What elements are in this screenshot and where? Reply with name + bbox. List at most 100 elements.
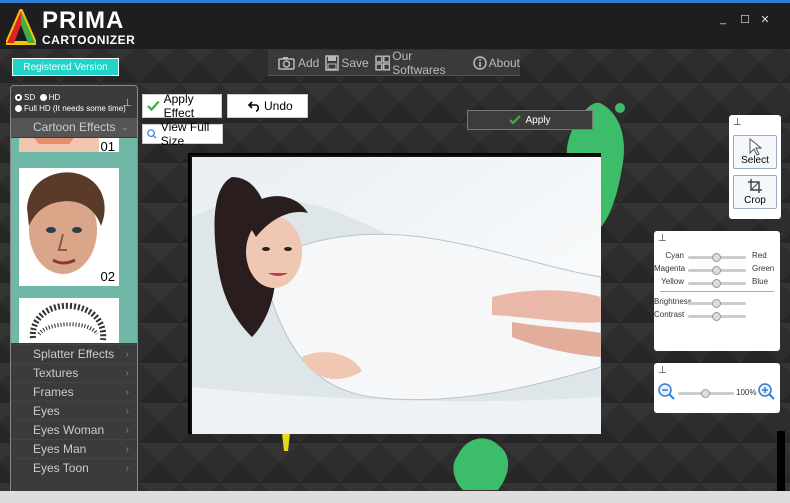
pin-icon[interactable]: ⊥ xyxy=(123,98,132,109)
cursor-icon xyxy=(749,137,763,156)
logo-triangle-icon xyxy=(6,9,36,45)
chevron-down-icon: ⌄ xyxy=(120,122,129,133)
menu-add[interactable]: Add xyxy=(278,55,319,71)
pin-icon[interactable]: ⊥ xyxy=(658,365,667,376)
chevron-right-icon: › xyxy=(125,349,129,360)
quality-sd-label: SD xyxy=(24,93,36,102)
logo-subtitle: CARTOONIZER xyxy=(42,33,136,47)
color-adjust-panel: ⊥ Cyan Red Magenta Green Yellow Blue Bri… xyxy=(654,231,780,351)
image-canvas[interactable] xyxy=(188,153,601,434)
yellow-blue-slider[interactable]: Yellow Blue xyxy=(654,277,780,289)
title-bar: PRIMA CARTOONIZER _ ☐ ✕ xyxy=(0,3,790,49)
vertical-scrollbar[interactable] xyxy=(777,431,785,493)
zoom-slider-track[interactable] xyxy=(678,389,734,398)
zoom-in-icon[interactable] xyxy=(758,383,776,401)
yellow-label: Yellow xyxy=(661,277,684,286)
app-logo: PRIMA CARTOONIZER xyxy=(6,7,135,47)
category-cartoon-effects[interactable]: Cartoon Effects ⌄ xyxy=(11,118,137,137)
main-menu: Add Save Our Softwares About xyxy=(268,48,520,77)
category-label: Eyes Man xyxy=(33,442,87,456)
category-item[interactable]: Eyes Man › xyxy=(11,439,137,458)
tools-panel: ⊥ Select Crop xyxy=(729,115,781,219)
zoom-out-icon[interactable] xyxy=(658,383,676,401)
category-item[interactable]: Textures › xyxy=(11,363,137,382)
slider-track[interactable] xyxy=(688,279,746,288)
zoom-level: 100% xyxy=(736,388,757,397)
effect-thumbnail-02[interactable]: 02 xyxy=(19,168,119,286)
contrast-slider[interactable]: Contrast xyxy=(654,310,780,322)
checkmark-icon xyxy=(147,100,160,112)
apply-effect-label: Apply Effect xyxy=(163,92,195,120)
zoom-icon xyxy=(147,129,157,139)
crop-tool-button[interactable]: Crop xyxy=(733,175,777,209)
thumbnail-03-image xyxy=(19,298,119,343)
category-item[interactable]: Eyes Woman › xyxy=(11,420,137,439)
menu-our-softwares[interactable]: Our Softwares xyxy=(374,48,467,77)
category-label: Eyes Woman xyxy=(33,423,105,437)
chevron-right-icon: › xyxy=(125,463,129,474)
app-window: PRIMA CARTOONIZER _ ☐ ✕ Registered Versi… xyxy=(0,0,790,503)
chevron-right-icon: › xyxy=(125,368,129,379)
select-tool-button[interactable]: Select xyxy=(733,135,777,169)
maximize-button[interactable]: ☐ xyxy=(738,13,752,26)
menu-about[interactable]: About xyxy=(472,55,520,70)
menu-about-label: About xyxy=(488,55,520,70)
pin-icon[interactable]: ⊥ xyxy=(658,233,667,244)
magenta-label: Magenta xyxy=(654,264,686,273)
menu-save-label: Save xyxy=(341,55,369,70)
slider-thumb[interactable] xyxy=(712,299,721,308)
slider-thumb[interactable] xyxy=(712,279,721,288)
chevron-right-icon: › xyxy=(125,425,129,436)
apply-effect-button[interactable]: Apply Effect xyxy=(142,92,222,120)
category-item[interactable]: Eyes › xyxy=(11,401,137,420)
slider-thumb[interactable] xyxy=(712,266,721,275)
cyan-red-slider[interactable]: Cyan Red xyxy=(654,251,780,263)
quality-hd-label: HD xyxy=(48,93,61,102)
category-item[interactable]: Splatter Effects › xyxy=(11,344,137,363)
quality-hd-radio[interactable] xyxy=(39,94,47,102)
category-item[interactable]: Eyes Toon › xyxy=(11,458,137,477)
quality-fullhd-label: Full HD (It needs some time) xyxy=(24,104,126,113)
view-full-size-button[interactable]: View Full Size xyxy=(142,120,223,148)
slider-track[interactable] xyxy=(688,299,746,308)
effect-thumbnail-03[interactable] xyxy=(19,298,119,343)
undo-label: Undo xyxy=(264,99,293,113)
slider-thumb[interactable] xyxy=(712,312,721,321)
category-item[interactable]: Frames › xyxy=(11,382,137,401)
registered-version-badge: Registered Version xyxy=(12,58,119,76)
slider-thumb[interactable] xyxy=(712,253,721,262)
category-cartoon-effects-label: Cartoon Effects xyxy=(33,120,116,134)
quality-options: SD HD Full HD (It needs some time) xyxy=(15,92,126,114)
slider-track[interactable] xyxy=(688,266,746,275)
menu-our-softwares-label: Our Softwares xyxy=(392,48,446,77)
apply-button[interactable]: Apply xyxy=(467,110,593,130)
brightness-slider[interactable]: Brightness xyxy=(654,297,780,309)
cartoonized-photo xyxy=(192,157,601,434)
quality-sd-radio[interactable] xyxy=(15,94,22,102)
quality-fullhd-radio[interactable] xyxy=(15,105,22,113)
cyan-label: Cyan xyxy=(665,251,684,260)
thumbnail-01-number: 01 xyxy=(100,139,115,154)
close-button[interactable]: ✕ xyxy=(758,13,772,26)
chevron-right-icon: › xyxy=(125,387,129,398)
menu-save[interactable]: Save xyxy=(325,54,369,71)
floppy-icon xyxy=(325,54,340,71)
menu-add-label: Add xyxy=(298,55,320,70)
minimize-button[interactable]: _ xyxy=(716,13,730,25)
horizontal-scrollbar[interactable] xyxy=(0,491,790,503)
undo-button[interactable]: Undo xyxy=(227,94,308,118)
effect-thumbnail-01[interactable]: 01 xyxy=(19,138,119,154)
category-label: Splatter Effects xyxy=(33,347,115,361)
slider-track[interactable] xyxy=(688,312,746,321)
zoom-slider-thumb[interactable] xyxy=(701,389,710,398)
divider xyxy=(660,291,774,292)
slider-track[interactable] xyxy=(688,253,746,262)
red-label: Red xyxy=(752,251,767,260)
category-label: Eyes xyxy=(33,404,60,418)
pin-icon[interactable]: ⊥ xyxy=(733,117,742,128)
chevron-right-icon: › xyxy=(125,444,129,455)
software-grid-icon xyxy=(374,54,390,71)
category-label: Textures xyxy=(33,366,79,380)
magenta-green-slider[interactable]: Magenta Green xyxy=(654,264,780,276)
thumbnail-02-number: 02 xyxy=(100,269,115,284)
